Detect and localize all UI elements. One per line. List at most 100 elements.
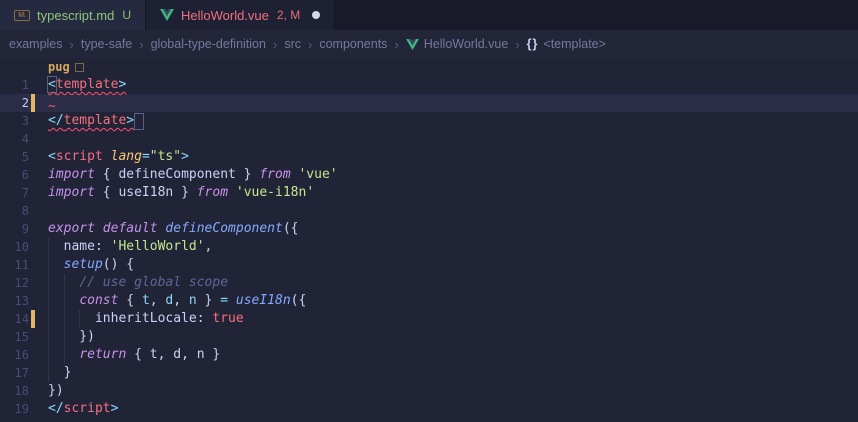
code-token: [228, 293, 236, 308]
unsaved-indicator-dot[interactable]: [312, 11, 320, 19]
code-token: >: [111, 401, 119, 416]
vue-icon: [406, 39, 419, 50]
code-line-18[interactable]: 18}): [0, 382, 858, 400]
indent-guide: [64, 310, 65, 328]
code-token: {: [118, 293, 141, 308]
indent-guide: [48, 346, 49, 364]
breadcrumb-item-components[interactable]: components: [319, 37, 387, 51]
code-editor: pug 1<template>2~3</template> 45<script …: [0, 58, 858, 418]
breadcrumb-separator: ›: [515, 37, 519, 52]
code-line-7[interactable]: 7import { useI18n } from 'vue-i18n': [0, 184, 858, 202]
code-content: setup() {: [48, 256, 858, 274]
code-line-11[interactable]: 11 setup() {: [0, 256, 858, 274]
code-line-4[interactable]: 4: [0, 130, 858, 148]
line-number: 6: [0, 166, 29, 184]
code-token: {: [95, 185, 118, 200]
breadcrumb-separator: ›: [394, 37, 398, 52]
breadcrumb-item-type-safe[interactable]: type-safe: [81, 37, 132, 51]
code-content: </template>: [48, 112, 858, 130]
code-token: ,: [173, 293, 189, 308]
line-number: 15: [0, 328, 29, 346]
code-token: >: [126, 113, 134, 128]
code-token: true: [212, 311, 243, 326]
template-lang-hint[interactable]: pug: [48, 58, 70, 76]
breadcrumb-label: examples: [9, 37, 63, 51]
code-token: from: [197, 185, 228, 200]
code-token: default: [103, 221, 158, 236]
code-line-5[interactable]: 5<script lang="ts">: [0, 148, 858, 166]
code-line-1[interactable]: 1 <template>: [0, 76, 858, 94]
breadcrumb-label: type-safe: [81, 37, 132, 51]
line-number: 4: [0, 130, 29, 148]
gutter-spacer: [31, 364, 35, 382]
breadcrumb-label: global-type-definition: [151, 37, 266, 51]
code-token: <: [48, 77, 56, 92]
code-token: lang: [111, 149, 142, 164]
breadcrumb-label: src: [284, 37, 301, 51]
code-token: export: [48, 221, 95, 236]
tab-filename: typescript.md: [37, 8, 114, 23]
code-content: }: [48, 364, 858, 382]
code-line-8[interactable]: 8: [0, 202, 858, 220]
code-content: }): [48, 328, 858, 346]
git-modified-indicator: [31, 94, 35, 112]
line-number: 18: [0, 382, 29, 400]
git-modified-indicator: [31, 310, 35, 328]
code-line-9[interactable]: 9export default defineComponent({: [0, 220, 858, 238]
code-line-17[interactable]: 17 }: [0, 364, 858, 382]
code-line-15[interactable]: 15 }): [0, 328, 858, 346]
code-line-13[interactable]: 13 const { t, d, n } = useI18n({: [0, 292, 858, 310]
code-token: useI18n: [118, 185, 173, 200]
code-token: n: [189, 293, 197, 308]
code-token: import: [48, 167, 95, 182]
code-line-14[interactable]: 14 inheritLocale: true: [0, 310, 858, 328]
git-status-badge: U: [122, 8, 131, 22]
line-number: 17: [0, 364, 29, 382]
code-token: inheritLocale:: [48, 311, 205, 326]
code-line-3[interactable]: 3</template>: [0, 112, 858, 130]
code-area: 1<template>2~3</template> 45<script lang…: [0, 76, 858, 418]
code-content: // use global scope: [48, 274, 858, 292]
code-token: }: [48, 365, 71, 380]
code-content: <template>: [48, 76, 858, 94]
indent-guide: [48, 256, 49, 274]
code-token: "ts": [150, 149, 181, 164]
code-token: ,: [205, 239, 213, 254]
code-token: [228, 185, 236, 200]
tab-helloworld-vue[interactable]: HelloWorld.vue 2, M: [146, 0, 335, 30]
gutter-spacer: [31, 292, 35, 310]
code-content: import { defineComponent } from 'vue': [48, 166, 858, 184]
code-content: const { t, d, n } = useI18n({: [48, 292, 858, 310]
code-token: const: [79, 293, 118, 308]
breadcrumb-item-helloworld-vue[interactable]: HelloWorld.vue: [406, 37, 509, 51]
breadcrumb-label: <template>: [543, 37, 606, 51]
code-line-19[interactable]: 19</script>: [0, 400, 858, 418]
code-token: t: [142, 293, 150, 308]
line-number: 9: [0, 220, 29, 238]
breadcrumb-item-examples[interactable]: examples: [9, 37, 63, 51]
code-token: useI18n: [236, 293, 291, 308]
code-token: }): [48, 383, 64, 398]
breadcrumb-item-src[interactable]: src: [284, 37, 301, 51]
line-number: 11: [0, 256, 29, 274]
breadcrumb-label: components: [319, 37, 387, 51]
tab-typescript-md[interactable]: M↓ typescript.md U: [0, 0, 146, 30]
code-content: inheritLocale: true: [48, 310, 858, 328]
code-line-10[interactable]: 10 name: 'HelloWorld',: [0, 238, 858, 256]
line-number: 10: [0, 238, 29, 256]
code-content: }): [48, 382, 858, 400]
code-token: // use global scope: [79, 275, 228, 290]
code-token: <: [48, 149, 56, 164]
code-line-6[interactable]: 6 import { defineComponent } from 'vue': [0, 166, 858, 184]
line-number: 13: [0, 292, 29, 310]
gutter-spacer: [31, 256, 35, 274]
breadcrumb-item--template-[interactable]: {}<template>: [527, 37, 606, 51]
breadcrumb-item-global-type-definition[interactable]: global-type-definition: [151, 37, 266, 51]
code-line-12[interactable]: 12 // use global scope: [0, 274, 858, 292]
template-lang-hint-row: pug: [0, 58, 858, 76]
line-number: 1: [0, 76, 29, 94]
line-number: 12: [0, 274, 29, 292]
line-number: 5: [0, 148, 29, 166]
code-line-16[interactable]: 16 return { t, d, n }: [0, 346, 858, 364]
code-line-2[interactable]: 2~: [0, 94, 858, 112]
